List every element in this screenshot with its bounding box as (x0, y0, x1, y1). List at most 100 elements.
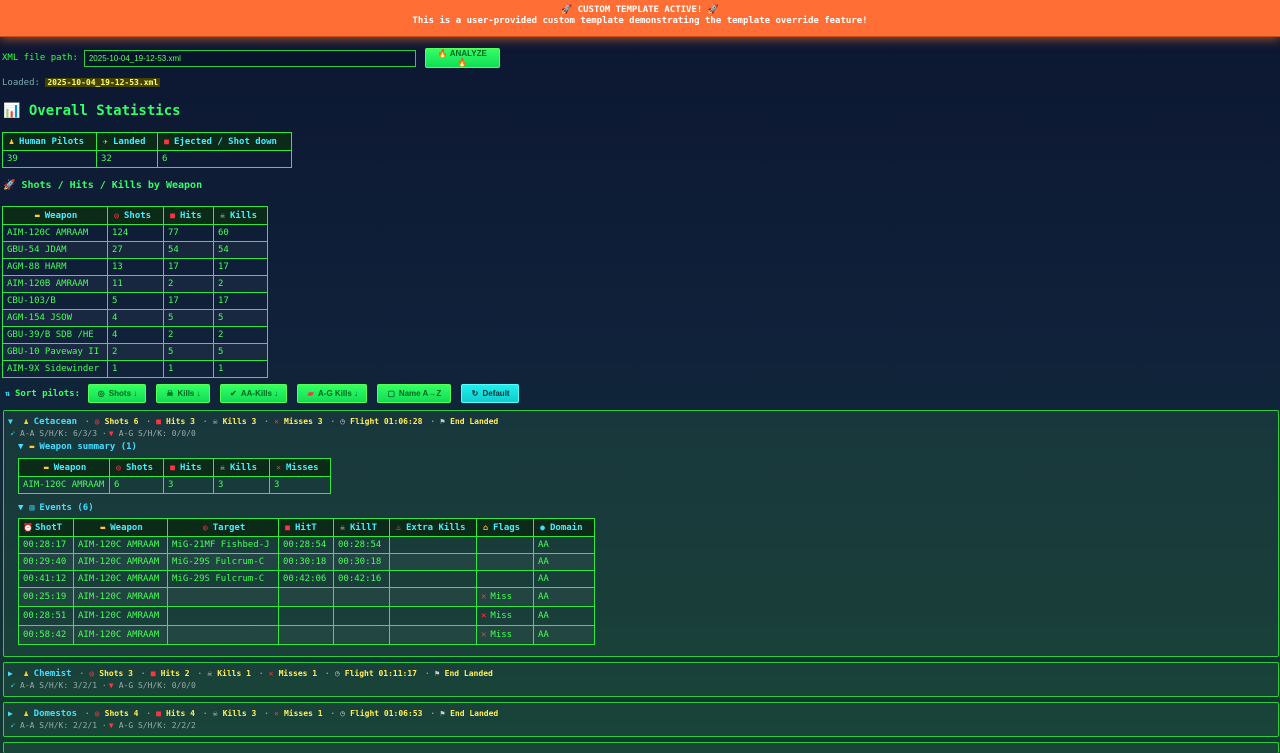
shots-cell: 2 (107, 343, 164, 361)
expand-arrow-icon[interactable]: ▶ (8, 669, 13, 678)
hits-cell: 1 (163, 360, 214, 378)
shot-time-cell: 00:28:51 (18, 606, 74, 626)
pilot-summary[interactable]: ▶ ♟ Domestos · ◎ Shots 4 · ■ Hits 4 · ☠ Kills 3… (8, 709, 498, 719)
extra-kills-cell (389, 553, 477, 571)
kill-time-cell: 00:28:54 (333, 536, 390, 554)
flag-icon: ⚑ (440, 417, 445, 426)
col-landed: ✈ Landed (96, 132, 158, 151)
weapon-cell: AIM-120C AMRAAM (73, 570, 168, 588)
plane-icon: ✈ (103, 136, 108, 146)
target-cell (167, 587, 279, 607)
stat-human-pilots: 39 (2, 150, 97, 168)
expand-arrow-icon[interactable]: ▼ (18, 503, 23, 513)
col-weapon: ▬ Weapon (18, 458, 110, 477)
col-hit-time: ■ HitT (278, 518, 334, 537)
pilot-icon: ♟ (23, 709, 29, 718)
col-misses: ✕ Misses (269, 458, 331, 477)
hit-time-cell: 00:42:06 (278, 570, 334, 588)
ws-misses: 3 (269, 476, 331, 494)
shot-time-cell: 00:29:40 (18, 553, 74, 571)
expand-arrow-icon[interactable]: ▼ (18, 442, 23, 452)
analyze-button[interactable]: 🔥 ANALYZE 🔥 (424, 48, 500, 68)
pilot-card-cetacean: ▼ ♟ Cetacean · ◎ Shots 6 · ■ Hits 3 · ☠ Kills 3… (3, 410, 1279, 657)
sort-aa-kills-button[interactable]: ✔ AA-Kills ↓ (220, 384, 288, 403)
hit-icon: ■ (156, 709, 161, 718)
xml-path-input[interactable] (83, 49, 416, 67)
ws-kills: 3 (213, 476, 270, 494)
stat-landed: 32 (96, 150, 158, 168)
bomb-icon: ▼ (108, 429, 114, 438)
flags-cell (476, 570, 534, 588)
domain-cell: AA (533, 536, 595, 554)
kill-time-cell: 00:42:16 (333, 570, 390, 588)
flags-cell: ✕ Miss (476, 587, 534, 607)
kills-cell: 60 (213, 224, 268, 242)
weapon-cell: AIM-120C AMRAAM (73, 606, 168, 626)
hit-time-cell: 00:30:18 (278, 553, 334, 571)
loaded-file-badge: 2025-10-04_19-12-53.xml (45, 78, 161, 87)
banner-subtitle: This is a user-provided custom template … (412, 16, 868, 26)
weapon-cell: AIM-120C AMRAAM (73, 587, 168, 607)
shots-cell: 4 (107, 326, 164, 344)
domain-cell: AA (533, 625, 595, 645)
miss-flag-label: Miss (490, 611, 513, 621)
pilot-icon: ♟ (23, 417, 29, 426)
banner-title: 🚀 CUSTOM TEMPLATE ACTIVE! 🚀 (561, 5, 719, 15)
table-row: CBU-103/B 5 17 17 (2, 292, 268, 310)
pilot-summary[interactable]: ▶ ♟ Chemist · ◎ Shots 3 · ■ Hits 2 · ☠ Kills 1 … (8, 669, 493, 679)
flags-cell: ✕ Miss (476, 625, 534, 645)
target-cell (167, 625, 279, 645)
ws-weapon: AIM-120C AMRAAM (18, 476, 110, 494)
shot-time-cell: 00:41:12 (18, 570, 74, 588)
missile-icon: ➶ (10, 429, 15, 438)
loaded-label: Loaded: (2, 78, 40, 88)
hit-icon: ■ (285, 522, 290, 532)
pilot-card-domestos: ▶ ♟ Domestos · ◎ Shots 4 · ■ Hits 4 · ☠ Kills 3… (3, 702, 1279, 737)
sort-shots-button[interactable]: ◎ Shots ↓ (88, 384, 147, 403)
tank-icon: ▰ (307, 389, 314, 398)
pilot-events-table: ⏰ ShotT ▬ Weapon ◎ Target ■ HitT ☠ KillT ♨ Ext… (18, 518, 595, 645)
sort-kills-button[interactable]: ☠ Kills ↓ (156, 384, 211, 403)
events-toggle[interactable]: ▼ ▥ Events (6) (18, 503, 94, 513)
target-icon: ◎ (94, 709, 100, 718)
hits-cell: 17 (163, 292, 214, 310)
target-cell: MiG-29S Fulcrum-C (167, 570, 279, 588)
hits-cell: 5 (163, 309, 214, 327)
table-row: AIM-120C AMRAAM 124 77 60 (2, 224, 268, 242)
miss-icon: ✕ (268, 669, 274, 678)
shots-cell: 124 (107, 224, 164, 242)
hit-time-cell (278, 587, 334, 607)
bomb-icon: ▼ (108, 721, 114, 730)
weapon-cell: GBU-54 JDAM (2, 241, 108, 259)
skull-icon: ☠ (212, 417, 218, 426)
kills-cell: 1 (213, 360, 268, 378)
sort-name-button[interactable]: ▢ Name A→Z (377, 384, 452, 403)
expand-arrow-icon[interactable]: ▶ (8, 709, 13, 718)
col-shot-time: ⏰ ShotT (18, 518, 74, 537)
shot-time-cell: 00:28:17 (18, 536, 74, 554)
pilot-split-stats: ➶ A-A S/H/K: 3/2/1 · ▼ A-G S/H/K: 0/0/0 (8, 681, 196, 690)
skull-icon: ☠ (166, 389, 174, 398)
expand-arrow-icon[interactable]: ▼ (8, 417, 13, 426)
pilot-split-stats: ➶ A-A S/H/K: 2/2/1 · ▼ A-G S/H/K: 2/2/2 (8, 721, 196, 730)
table-row: 00:28:17 AIM-120C AMRAAM MiG-21MF Fishbed-… (18, 536, 595, 554)
skull-icon: ☠ (212, 709, 218, 718)
hit-icon: ■ (156, 417, 161, 426)
sort-ag-kills-button[interactable]: ▰ A-G Kills ↓ (297, 384, 368, 403)
weapon-summary-toggle[interactable]: ▼ ▬ Weapon summary (1) (18, 442, 137, 452)
kills-cell: 2 (213, 275, 268, 293)
stopwatch-icon: ◷ (340, 417, 346, 426)
ws-hits: 3 (163, 476, 214, 494)
weapons-heading: 🚀 Shots / Hits / Kills by Weapon (3, 180, 203, 191)
pilot-summary[interactable]: ▼ ♟ Cetacean · ◎ Shots 6 · ■ Hits 3 · ☠ Kills 3… (8, 417, 498, 427)
sort-default-button[interactable]: ↻ Default (461, 384, 520, 403)
pilot-card-next[interactable] (3, 742, 1279, 753)
table-row: AGM-88 HARM 13 17 17 (2, 258, 268, 276)
table-row: 00:29:40 AIM-120C AMRAAM MiG-29S Fulcrum-C… (18, 553, 595, 571)
miss-icon: ✕ (481, 630, 487, 640)
table-row: GBU-39/B SDB /HE 4 2 2 (2, 326, 268, 344)
table-row: 00:58:42 AIM-120C AMRAAM ✕ Miss AA (18, 625, 595, 645)
col-kills: ☠ Kills (213, 458, 270, 477)
domain-cell: AA (533, 606, 595, 626)
col-shots: ◎ Shots (109, 458, 164, 477)
